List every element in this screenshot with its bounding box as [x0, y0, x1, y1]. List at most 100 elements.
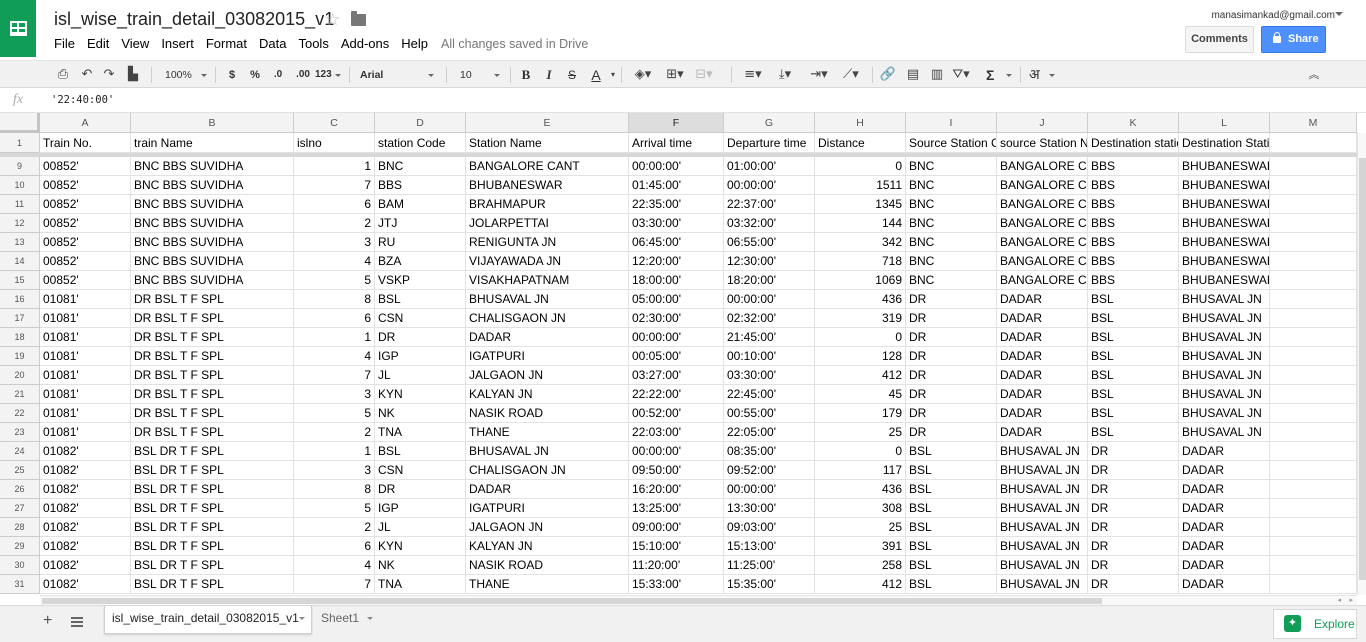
table-cell[interactable]: 00852'	[40, 214, 131, 233]
table-cell[interactable]: 01081'	[40, 404, 131, 423]
table-cell[interactable]: 00:00:00'	[724, 480, 815, 499]
row-header[interactable]: 28	[0, 518, 40, 537]
column-header-d[interactable]: D	[375, 113, 466, 133]
table-cell[interactable]: 4	[294, 252, 375, 271]
table-cell[interactable]: BHUSAVAL JN	[997, 518, 1088, 537]
table-cell[interactable]: 00852'	[40, 271, 131, 290]
table-cell[interactable]: BHUSAVAL JN	[1179, 404, 1270, 423]
table-cell[interactable]	[1270, 309, 1357, 328]
table-cell[interactable]: BNC	[906, 195, 997, 214]
table-cell[interactable]: BANGALORE C/	[997, 271, 1088, 290]
table-cell[interactable]: 01081'	[40, 309, 131, 328]
table-cell[interactable]: KALYAN JN	[466, 537, 629, 556]
table-cell[interactable]: 03:32:00'	[724, 214, 815, 233]
row-header[interactable]: 19	[0, 347, 40, 366]
header-cell[interactable]: Destination statio	[1088, 133, 1179, 153]
table-cell[interactable]: BSL DR T F SPL	[131, 537, 294, 556]
save-status[interactable]: All changes saved in Drive	[441, 36, 588, 52]
table-cell[interactable]: 12:30:00'	[724, 252, 815, 271]
table-cell[interactable]: BSL	[1088, 423, 1179, 442]
table-cell[interactable]: 179	[815, 404, 906, 423]
table-cell[interactable]: BNC BBS SUVIDHA	[131, 252, 294, 271]
row-header[interactable]: 24	[0, 442, 40, 461]
table-cell[interactable]: 11:20:00'	[629, 556, 724, 575]
table-cell[interactable]: DR BSL T F SPL	[131, 366, 294, 385]
table-cell[interactable]: 25	[815, 518, 906, 537]
menu-view[interactable]: View	[115, 36, 155, 52]
table-cell[interactable]: NASIK ROAD	[466, 404, 629, 423]
table-cell[interactable]: IGATPURI	[466, 347, 629, 366]
table-cell[interactable]: 3	[294, 385, 375, 404]
table-cell[interactable]: 1345	[815, 195, 906, 214]
table-cell[interactable]: 22:37:00'	[724, 195, 815, 214]
table-cell[interactable]: RU	[375, 233, 466, 252]
table-cell[interactable]: CSN	[375, 309, 466, 328]
table-cell[interactable]: BHUSAVAL JN	[997, 575, 1088, 594]
table-cell[interactable]: 412	[815, 366, 906, 385]
menu-file[interactable]: File	[48, 36, 81, 52]
table-cell[interactable]: BHUBANESWAR	[1179, 271, 1270, 290]
horizontal-scrollbar-thumb[interactable]	[42, 598, 1102, 604]
table-cell[interactable]: 09:50:00'	[629, 461, 724, 480]
menu-insert[interactable]: Insert	[155, 36, 200, 52]
row-header[interactable]: 13	[0, 233, 40, 252]
table-cell[interactable]: TNA	[375, 423, 466, 442]
column-header-i[interactable]: I	[906, 113, 997, 133]
row-header[interactable]: 15	[0, 271, 40, 290]
table-cell[interactable]: BNC BBS SUVIDHA	[131, 157, 294, 176]
table-cell[interactable]: DR BSL T F SPL	[131, 290, 294, 309]
table-cell[interactable]: 01082'	[40, 537, 131, 556]
column-header-b[interactable]: B	[131, 113, 294, 133]
table-cell[interactable]: BNC	[906, 157, 997, 176]
header-cell[interactable]: islno	[294, 133, 375, 153]
table-cell[interactable]: BSL	[1088, 309, 1179, 328]
table-cell[interactable]: DADAR	[1179, 461, 1270, 480]
table-cell[interactable]: 01082'	[40, 499, 131, 518]
table-cell[interactable]: BNC BBS SUVIDHA	[131, 233, 294, 252]
filter-icon[interactable]: ⛛▾	[950, 65, 972, 85]
table-cell[interactable]: 01082'	[40, 518, 131, 537]
table-cell[interactable]: 128	[815, 347, 906, 366]
table-cell[interactable]: BNC	[906, 271, 997, 290]
table-cell[interactable]: 0	[815, 442, 906, 461]
table-cell[interactable]	[1270, 404, 1357, 423]
table-cell[interactable]	[1270, 252, 1357, 271]
table-cell[interactable]: DADAR	[1179, 556, 1270, 575]
header-cell[interactable]: Distance	[815, 133, 906, 153]
table-cell[interactable]: DADAR	[997, 309, 1088, 328]
zoom-select[interactable]: 100%	[165, 65, 207, 85]
table-cell[interactable]: 1	[294, 157, 375, 176]
table-cell[interactable]: 25	[815, 423, 906, 442]
table-cell[interactable]	[1270, 423, 1357, 442]
table-cell[interactable]: DR	[906, 309, 997, 328]
table-cell[interactable]: BHUBANESWAR	[1179, 214, 1270, 233]
table-cell[interactable]: 15:35:00'	[724, 575, 815, 594]
table-cell[interactable]: THANE	[466, 423, 629, 442]
table-cell[interactable]: 2	[294, 423, 375, 442]
row-header[interactable]: 31	[0, 575, 40, 594]
table-cell[interactable]: BHUSAVAL JN	[1179, 366, 1270, 385]
table-cell[interactable]: 01:00:00'	[724, 157, 815, 176]
table-cell[interactable]: NK	[375, 404, 466, 423]
header-cell[interactable]: Arrival time	[629, 133, 724, 153]
table-cell[interactable]	[1270, 176, 1357, 195]
table-cell[interactable]: 7	[294, 575, 375, 594]
table-cell[interactable]: 00:55:00'	[724, 404, 815, 423]
table-cell[interactable]: 01081'	[40, 385, 131, 404]
text-color-dropdown-icon[interactable]: ▾	[608, 65, 618, 85]
table-cell[interactable]: BSL	[906, 537, 997, 556]
row-header[interactable]: 22	[0, 404, 40, 423]
table-cell[interactable]: BANGALORE C/	[997, 252, 1088, 271]
table-cell[interactable]: RENIGUNTA JN	[466, 233, 629, 252]
table-cell[interactable]: 5	[294, 404, 375, 423]
table-cell[interactable]: 00852'	[40, 252, 131, 271]
decrease-decimal-button[interactable]: .0	[268, 65, 288, 85]
table-cell[interactable]	[1270, 556, 1357, 575]
table-cell[interactable]: 22:35:00'	[629, 195, 724, 214]
table-cell[interactable]: DR BSL T F SPL	[131, 404, 294, 423]
table-cell[interactable]: 03:30:00'	[629, 214, 724, 233]
table-cell[interactable]: DR	[906, 347, 997, 366]
star-icon[interactable]: ☆	[325, 10, 340, 30]
sheet-tab-sheet1[interactable]: Sheet1	[314, 606, 379, 634]
more-formats-select[interactable]: 123	[315, 65, 341, 85]
